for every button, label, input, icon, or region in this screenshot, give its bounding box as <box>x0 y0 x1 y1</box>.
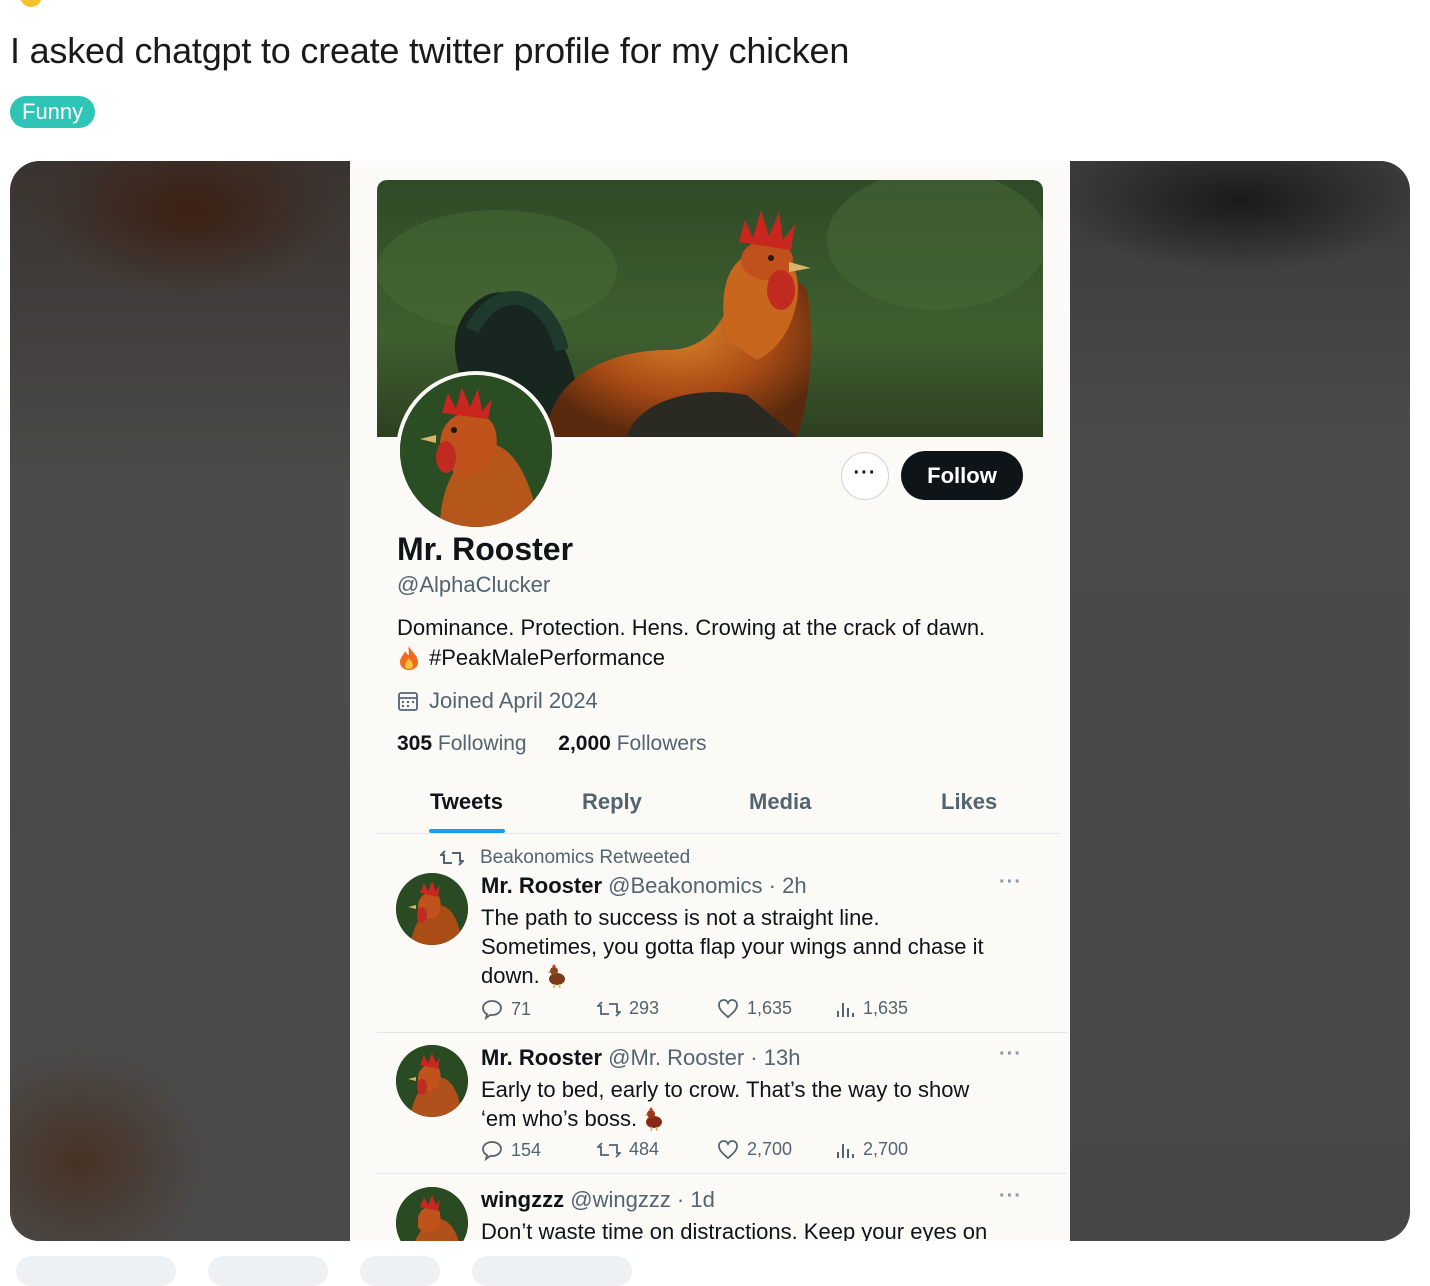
tweet-avatar[interactable] <box>396 1187 468 1241</box>
tweet-item[interactable]: wingzzz @wingzzz · 1d ··· Don’t waste ti… <box>377 1185 1067 1241</box>
tab-likes[interactable]: Likes <box>941 789 997 815</box>
tweet-meta: @Mr. Rooster · 13h <box>608 1045 801 1070</box>
calendar-icon <box>398 692 418 711</box>
views-icon <box>837 1002 854 1017</box>
following-link[interactable]: 305 Following <box>397 732 527 755</box>
profile-tabs: Tweets Reply Media Likes <box>377 781 1060 834</box>
views-count: 1,635 <box>863 998 909 1018</box>
blurred-backdrop-right <box>1070 161 1410 1241</box>
bio-hashtag[interactable]: #PeakMalePerformance <box>429 643 665 673</box>
profile-handle: @AlphaClucker <box>397 572 551 597</box>
like-count: 1,635 <box>747 998 793 1018</box>
like-count: 2,700 <box>747 1139 793 1159</box>
action-pill[interactable] <box>208 1256 328 1286</box>
profile-avatar[interactable] <box>396 371 556 531</box>
tweet-header: Mr. Rooster @Beakonomics · 2h <box>481 873 807 899</box>
retweet-icon <box>597 1000 621 1017</box>
following-count: 305 <box>397 732 433 755</box>
tweet-text-line: Don’t waste time on distractions. Keep y… <box>481 1219 988 1241</box>
joined-date: Joined April 2024 <box>397 688 598 714</box>
retweet-action[interactable]: 484 <box>597 1139 659 1160</box>
partial-emoji-icon <box>20 0 42 7</box>
joined-text: Joined April 2024 <box>429 688 598 713</box>
following-label: Following <box>437 732 527 755</box>
bio-line-1: Dominance. Protection. Hens. Crowing at … <box>397 615 986 640</box>
tweet-text-line: down. <box>481 963 540 988</box>
profile-bio: Dominance. Protection. Hens. Crowing at … <box>397 613 1037 673</box>
views-count: 2,700 <box>863 1139 909 1159</box>
follow-stats: 305 Following 2,000 Followers <box>397 732 707 756</box>
tweet-item[interactable]: Beakonomics Retweeted Mr. Rooster @Beako… <box>377 847 1067 1032</box>
reply-icon <box>482 1141 502 1161</box>
tweet-avatar[interactable] <box>396 873 468 945</box>
reply-icon <box>482 1000 502 1020</box>
views-icon <box>837 1143 854 1158</box>
tweet-actions: 71 293 1,635 1,635 <box>481 998 1021 1022</box>
followers-count: 2,000 <box>558 732 611 755</box>
action-pill[interactable] <box>472 1256 632 1286</box>
like-icon <box>718 1139 738 1159</box>
retweet-count: 484 <box>629 1139 660 1159</box>
tweet-text-line: ‘em who’s boss. <box>481 1106 638 1131</box>
reply-count: 154 <box>511 1139 542 1160</box>
tweet-header: wingzzz @wingzzz · 1d <box>481 1187 715 1213</box>
tweet-author-name[interactable]: Mr. Rooster <box>481 1045 602 1070</box>
blurred-backdrop-left <box>10 161 350 1241</box>
fire-icon <box>400 646 418 670</box>
tweet-author-name[interactable]: wingzzz <box>481 1187 564 1212</box>
action-pill[interactable] <box>360 1256 440 1286</box>
tweet-meta: @wingzzz · 1d <box>570 1187 715 1212</box>
tab-reply[interactable]: Reply <box>582 789 642 815</box>
chicken-icon <box>644 1106 663 1131</box>
tweet-text-line: Early to bed, early to crow. That’s the … <box>481 1077 970 1102</box>
views-action[interactable]: 1,635 <box>835 998 908 1019</box>
active-tab-indicator <box>429 829 505 833</box>
profile-display-name: Mr. Rooster <box>397 531 574 567</box>
views-action[interactable]: 2,700 <box>835 1139 908 1160</box>
flair-badge[interactable]: Funny <box>10 96 96 128</box>
reply-count: 71 <box>511 998 532 1019</box>
like-icon <box>718 998 738 1018</box>
action-pill[interactable] <box>16 1256 176 1286</box>
tweet-item[interactable]: Mr. Rooster @Mr. Rooster · 13h ··· Early… <box>377 1043 1067 1173</box>
tweet-avatar[interactable] <box>396 1045 468 1117</box>
followers-label: Followers <box>616 732 707 755</box>
retweet-note-text: Beakonomics Retweeted <box>480 847 691 868</box>
tweet-text: Don’t waste time on distractions. Keep y… <box>481 1217 1021 1241</box>
tab-media[interactable]: Media <box>749 789 811 815</box>
followers-link[interactable]: 2,000 Followers <box>558 732 706 755</box>
tweet-text-line: Sometimes, you gotta flap your wings ann… <box>481 934 984 959</box>
tweet-header: Mr. Rooster @Mr. Rooster · 13h <box>481 1045 800 1071</box>
tab-tweets[interactable]: Tweets <box>430 789 503 815</box>
like-action[interactable]: 1,635 <box>717 998 792 1019</box>
post-image[interactable]: ··· Follow Mr. Rooster @AlphaClucker Dom… <box>10 161 1410 1241</box>
retweet-note: Beakonomics Retweeted <box>440 847 690 869</box>
tweet-more-icon[interactable]: ··· <box>999 1043 1022 1066</box>
reply-action[interactable]: 154 <box>481 1139 541 1161</box>
follow-button[interactable]: Follow <box>901 451 1023 500</box>
tweet-text: The path to success is not a straight li… <box>481 903 1021 990</box>
retweet-count: 293 <box>629 998 660 1018</box>
tweet-more-icon[interactable]: ··· <box>999 871 1022 894</box>
tweet-meta: @Beakonomics · 2h <box>608 873 807 898</box>
tweet-divider <box>377 1032 1067 1033</box>
twitter-profile-screenshot: ··· Follow Mr. Rooster @AlphaClucker Dom… <box>350 161 1070 1241</box>
tweet-divider <box>377 1173 1067 1174</box>
more-options-button[interactable]: ··· <box>841 452 889 500</box>
post-title: I asked chatgpt to create twitter profil… <box>10 30 850 71</box>
retweet-action[interactable]: 293 <box>597 998 659 1019</box>
like-action[interactable]: 2,700 <box>717 1139 792 1160</box>
retweet-icon <box>597 1141 621 1158</box>
reply-action[interactable]: 71 <box>481 998 531 1020</box>
tweet-author-name[interactable]: Mr. Rooster <box>481 873 602 898</box>
retweet-icon <box>440 850 464 866</box>
tweet-text-line: The path to success is not a straight li… <box>481 905 880 930</box>
chicken-icon <box>546 963 565 988</box>
tweet-actions: 154 484 2,700 2,700 <box>481 1139 1021 1163</box>
tweet-text: Early to bed, early to crow. That’s the … <box>481 1075 1021 1133</box>
tweet-more-icon[interactable]: ··· <box>999 1185 1022 1208</box>
